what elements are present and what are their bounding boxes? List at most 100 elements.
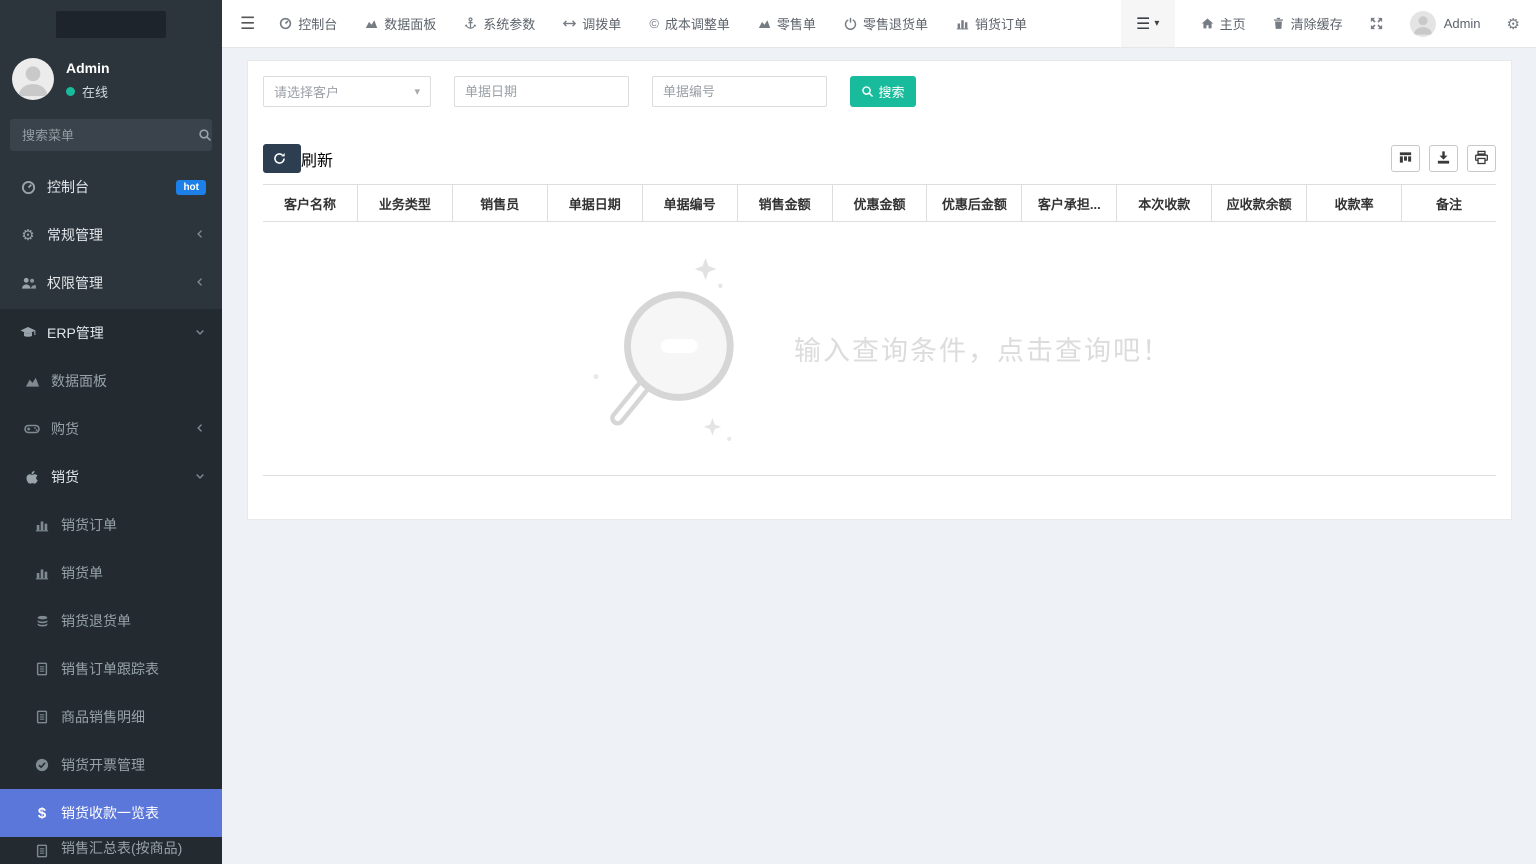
column-header[interactable]: 收款率 bbox=[1307, 185, 1402, 221]
main-content: 请选择客户 ▾ 搜索 刷新 bbox=[222, 48, 1536, 864]
topnav-label: 控制台 bbox=[298, 14, 337, 33]
hamburger-menu-icon[interactable]: ☰ bbox=[240, 14, 255, 34]
document-date-input[interactable] bbox=[454, 76, 629, 107]
empty-state-message: 输入查询条件，点击查询吧！ bbox=[794, 329, 1171, 368]
home-label: 主页 bbox=[1220, 14, 1246, 33]
table-header-row: 客户名称 业务类型 销售员 单据日期 单据编号 销售金额 优惠金额 优惠后金额 … bbox=[263, 184, 1496, 222]
sidebar-item-sales-invoices[interactable]: 销货单 bbox=[0, 549, 222, 597]
sidebar-item-label: 常规管理 bbox=[47, 225, 194, 245]
printer-icon bbox=[1474, 150, 1489, 168]
topnav-label: 数据面板 bbox=[384, 14, 436, 33]
topnav-item-retail-return[interactable]: 零售退货单 bbox=[844, 14, 928, 33]
dollar-icon: $ bbox=[32, 805, 52, 822]
copyright-icon: © bbox=[649, 16, 659, 31]
sidebar-item-sales-receipts-overview[interactable]: $ 销货收款一览表 bbox=[0, 789, 222, 837]
toggle-columns-button[interactable] bbox=[1391, 145, 1420, 172]
topnav-label: 系统参数 bbox=[483, 14, 535, 33]
sidebar-item-label: 权限管理 bbox=[47, 273, 194, 293]
sidebar-item-label: 控制台 bbox=[47, 177, 176, 197]
graduation-cap-icon bbox=[18, 325, 38, 341]
sidebar-item-product-sales-detail[interactable]: 商品销售明细 bbox=[0, 693, 222, 741]
sidebar-item-general-management[interactable]: ⚙ 常规管理 bbox=[0, 211, 222, 259]
column-header[interactable]: 销售员 bbox=[453, 185, 548, 221]
sidebar-item-sales[interactable]: 销货 bbox=[0, 453, 222, 501]
table-tools bbox=[1382, 145, 1496, 172]
chart-area-icon bbox=[758, 17, 771, 30]
column-header[interactable]: 客户承担... bbox=[1022, 185, 1117, 221]
topnav-item-console[interactable]: 控制台 bbox=[279, 14, 337, 33]
sidebar-item-label: 购货 bbox=[51, 419, 194, 439]
search-icon bbox=[861, 85, 874, 98]
topnav-item-cost-adjustment[interactable]: © 成本调整单 bbox=[649, 14, 730, 33]
sidebar-item-sales-orders[interactable]: 销货订单 bbox=[0, 501, 222, 549]
home-button[interactable]: 主页 bbox=[1201, 14, 1246, 33]
topnav-item-transfer-order[interactable]: 调拨单 bbox=[563, 14, 621, 33]
gamepad-icon bbox=[22, 421, 42, 437]
topnav-label: 成本调整单 bbox=[665, 14, 730, 33]
sidebar-erp-section: ERP管理 数据面板 购货 销货 销货订单 销货单 销货退货单 bbox=[0, 309, 222, 864]
sparkle-icon bbox=[704, 418, 721, 435]
sidebar-item-label: ERP管理 bbox=[47, 323, 194, 343]
clear-cache-button[interactable]: 清除缓存 bbox=[1272, 14, 1343, 33]
gear-icon: ⚙ bbox=[1507, 15, 1520, 33]
topnav-item-system-params[interactable]: 系统参数 bbox=[464, 14, 535, 33]
chevron-left-icon bbox=[194, 227, 206, 243]
topnav-item-retail-order[interactable]: 零售单 bbox=[758, 14, 816, 33]
sidebar-item-label: 销货订单 bbox=[61, 515, 206, 535]
online-status-dot bbox=[66, 87, 75, 96]
sidebar-item-purchase[interactable]: 购货 bbox=[0, 405, 222, 453]
sidebar-item-erp-management[interactable]: ERP管理 bbox=[0, 309, 222, 357]
topnav-item-sales-order[interactable]: 销货订单 bbox=[956, 14, 1027, 33]
column-header[interactable]: 业务类型 bbox=[358, 185, 453, 221]
sidebar-search bbox=[10, 119, 212, 151]
trash-icon bbox=[1272, 17, 1285, 30]
sidebar-item-data-panel[interactable]: 数据面板 bbox=[0, 357, 222, 405]
print-button[interactable] bbox=[1467, 145, 1496, 172]
sidebar-item-label: 数据面板 bbox=[51, 371, 206, 391]
topbar-nav: ☰ 控制台 数据面板 系统参数 调拨单 © 成本调整单 零售单 零售退货单 bbox=[222, 14, 1055, 34]
user-menu[interactable]: Admin bbox=[1410, 11, 1481, 37]
file-icon bbox=[32, 662, 52, 676]
column-header[interactable]: 单据编号 bbox=[643, 185, 738, 221]
sparkle-icon bbox=[695, 258, 717, 280]
settings-button[interactable]: ⚙ bbox=[1507, 15, 1520, 33]
customer-select[interactable]: 请选择客户 ▾ bbox=[263, 76, 431, 107]
fullscreen-button[interactable] bbox=[1369, 16, 1384, 31]
search-button[interactable]: 搜索 bbox=[850, 76, 916, 107]
column-header[interactable]: 销售金额 bbox=[738, 185, 833, 221]
column-header[interactable]: 备注 bbox=[1402, 185, 1496, 221]
panel-inner: 请选择客户 ▾ 搜索 刷新 bbox=[248, 61, 1511, 535]
sidebar-search-input[interactable] bbox=[22, 128, 198, 143]
customer-select-placeholder: 请选择客户 bbox=[274, 82, 414, 101]
column-header[interactable]: 本次收款 bbox=[1117, 185, 1212, 221]
user-status: 在线 bbox=[66, 82, 110, 101]
sidebar-item-sales-returns[interactable]: 销货退货单 bbox=[0, 597, 222, 645]
sidebar-item-console[interactable]: 控制台 hot bbox=[0, 163, 222, 211]
apple-icon bbox=[22, 470, 42, 484]
sidebar-item-sales-summary[interactable]: 销售汇总表(按商品) bbox=[0, 837, 222, 858]
clear-cache-label: 清除缓存 bbox=[1291, 14, 1343, 33]
topnav-item-data-panel[interactable]: 数据面板 bbox=[365, 14, 436, 33]
sidebar-item-sales-order-tracking[interactable]: 销售订单跟踪表 bbox=[0, 645, 222, 693]
user-avatar bbox=[12, 58, 54, 100]
column-header[interactable]: 应收款余额 bbox=[1212, 185, 1307, 221]
search-icon bbox=[198, 128, 212, 142]
export-button[interactable] bbox=[1429, 145, 1458, 172]
gauge-icon bbox=[279, 17, 292, 30]
refresh-button[interactable] bbox=[263, 144, 301, 173]
expand-icon bbox=[1369, 16, 1384, 31]
sidebar: Admin 在线 控制台 hot ⚙ 常规管理 bbox=[0, 0, 222, 864]
sidebar-item-sales-billing[interactable]: 销货开票管理 bbox=[0, 741, 222, 789]
column-header[interactable]: 优惠金额 bbox=[833, 185, 928, 221]
sidebar-item-permission-management[interactable]: 权限管理 bbox=[0, 259, 222, 307]
chevron-down-icon bbox=[194, 469, 206, 485]
column-header[interactable]: 客户名称 bbox=[263, 185, 358, 221]
column-header[interactable]: 优惠后金额 bbox=[927, 185, 1022, 221]
bar-chart-icon bbox=[32, 518, 52, 532]
columns-icon bbox=[1398, 150, 1413, 168]
column-header[interactable]: 单据日期 bbox=[548, 185, 643, 221]
chevron-down-icon bbox=[194, 325, 206, 341]
document-number-input[interactable] bbox=[652, 76, 827, 107]
tabs-dropdown-button[interactable]: ☰ ▾ bbox=[1121, 0, 1175, 47]
file-icon bbox=[32, 710, 52, 724]
